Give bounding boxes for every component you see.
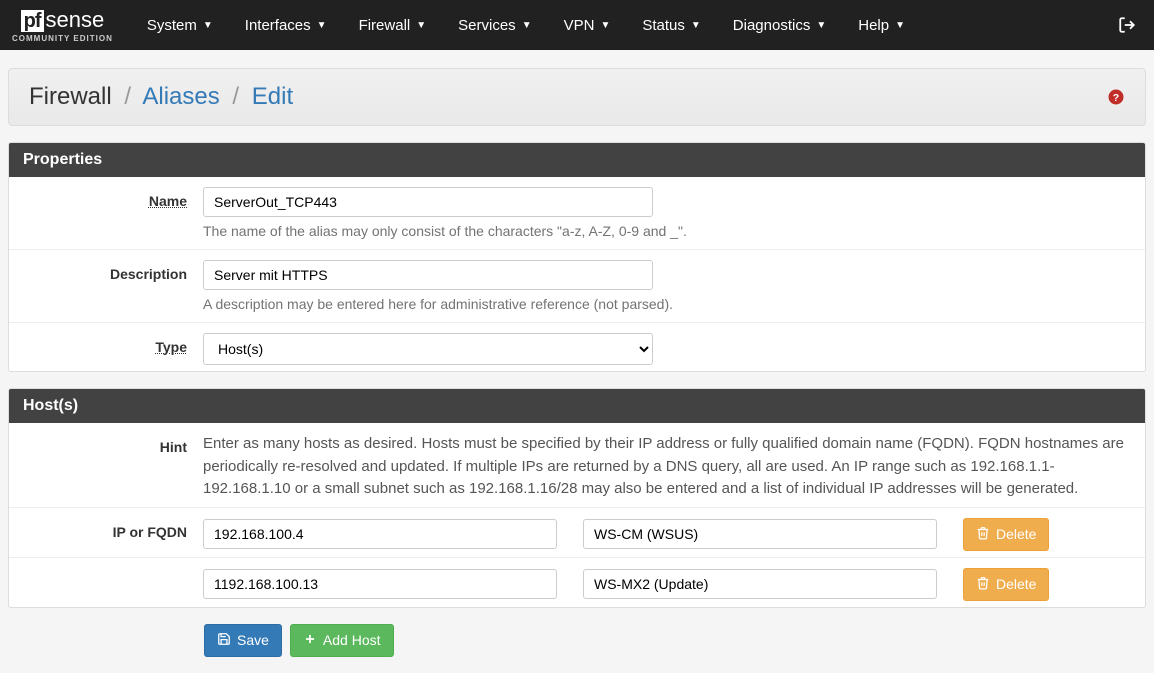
- caret-down-icon: ▼: [895, 20, 905, 31]
- breadcrumb: Firewall / Aliases / Edit: [29, 83, 1107, 111]
- host-desc-input[interactable]: [583, 569, 937, 599]
- svg-text:?: ?: [1113, 92, 1119, 104]
- caret-down-icon: ▼: [203, 20, 213, 31]
- hosts-panel: Host(s) Hint Enter as many hosts as desi…: [8, 388, 1146, 608]
- nav-firewall[interactable]: Firewall▼: [343, 3, 443, 48]
- nav-menu: System▼ Interfaces▼ Firewall▼ Services▼ …: [131, 3, 1112, 48]
- plus-icon: [303, 632, 317, 649]
- type-select[interactable]: Host(s): [203, 333, 653, 365]
- host-row: Delete: [203, 518, 1131, 551]
- help-icon[interactable]: ?: [1107, 88, 1125, 106]
- caret-down-icon: ▼: [691, 20, 701, 31]
- caret-down-icon: ▼: [317, 20, 327, 31]
- properties-panel: Properties Name The name of the alias ma…: [8, 142, 1146, 372]
- breadcrumb-aliases[interactable]: Aliases: [142, 83, 219, 110]
- delete-host-button[interactable]: Delete: [963, 518, 1049, 551]
- nav-system[interactable]: System▼: [131, 3, 229, 48]
- logo-edition: COMMUNITY EDITION: [12, 34, 113, 43]
- add-host-button[interactable]: Add Host: [290, 624, 394, 657]
- label-name: Name: [23, 187, 203, 209]
- trash-icon: [976, 576, 990, 593]
- host-desc-input[interactable]: [583, 519, 937, 549]
- label-ip-fqdn: IP or FQDN: [23, 518, 203, 540]
- action-buttons: Save Add Host: [204, 624, 1146, 665]
- caret-down-icon: ▼: [416, 20, 426, 31]
- breadcrumb-firewall: Firewall: [29, 83, 112, 110]
- nav-vpn[interactable]: VPN▼: [548, 3, 627, 48]
- label-description: Description: [23, 260, 203, 282]
- nav-diagnostics[interactable]: Diagnostics▼: [717, 3, 842, 48]
- host-row: Delete: [203, 568, 1131, 601]
- save-button[interactable]: Save: [204, 624, 282, 657]
- save-icon: [217, 632, 231, 649]
- nav-services[interactable]: Services▼: [442, 3, 547, 48]
- name-input[interactable]: [203, 187, 653, 217]
- caret-down-icon: ▼: [522, 20, 532, 31]
- host-ip-input[interactable]: [203, 569, 557, 599]
- description-input[interactable]: [203, 260, 653, 290]
- nav-status[interactable]: Status▼: [626, 3, 716, 48]
- hint-text: Enter as many hosts as desired. Hosts mu…: [203, 433, 1131, 501]
- label-hint: Hint: [23, 433, 203, 455]
- hosts-panel-header: Host(s): [9, 389, 1145, 423]
- caret-down-icon: ▼: [816, 20, 826, 31]
- help-name: The name of the alias may only consist o…: [203, 223, 1131, 239]
- caret-down-icon: ▼: [600, 20, 610, 31]
- top-navbar: pfsense COMMUNITY EDITION System▼ Interf…: [0, 0, 1154, 50]
- delete-host-button[interactable]: Delete: [963, 568, 1049, 601]
- label-type: Type: [23, 333, 203, 355]
- properties-panel-header: Properties: [9, 143, 1145, 177]
- logo[interactable]: pfsense COMMUNITY EDITION: [12, 7, 113, 43]
- trash-icon: [976, 526, 990, 543]
- logout-icon[interactable]: [1112, 16, 1142, 34]
- host-ip-input[interactable]: [203, 519, 557, 549]
- nav-interfaces[interactable]: Interfaces▼: [229, 3, 343, 48]
- breadcrumb-panel: Firewall / Aliases / Edit ?: [8, 68, 1146, 126]
- breadcrumb-edit[interactable]: Edit: [252, 83, 293, 110]
- nav-help[interactable]: Help▼: [842, 3, 921, 48]
- help-description: A description may be entered here for ad…: [203, 296, 1131, 312]
